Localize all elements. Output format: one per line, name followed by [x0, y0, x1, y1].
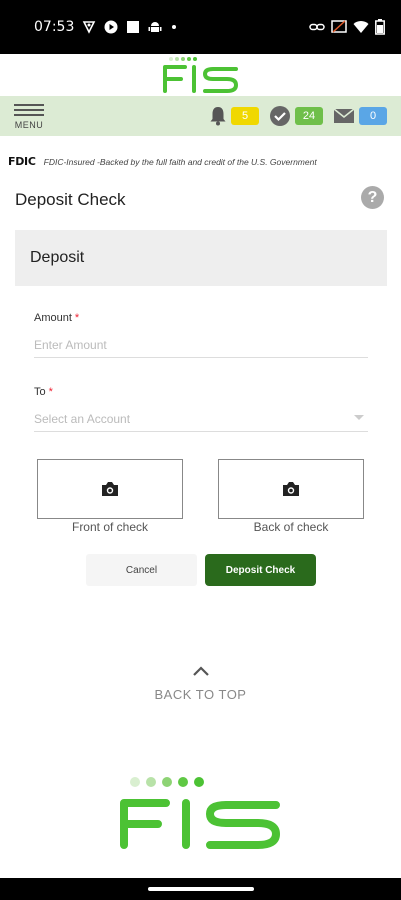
fdic-logo: FDIC	[8, 155, 36, 168]
section-header: Deposit	[15, 230, 387, 286]
top-nav-bar: MENU 5 24 0	[0, 96, 401, 136]
fis-logo-footer	[0, 775, 401, 849]
amount-label: Amount *	[34, 312, 80, 324]
vpn-icon	[83, 21, 96, 34]
chevron-up-icon	[192, 666, 209, 676]
android-icon	[148, 22, 162, 32]
cast-off-icon	[331, 20, 347, 33]
menu-button[interactable]: MENU	[8, 96, 50, 136]
amount-placeholder: Enter Amount	[34, 337, 107, 352]
camera-icon	[283, 482, 299, 496]
notifications-button[interactable]: 5	[209, 106, 259, 126]
amount-input[interactable]: Enter Amount	[34, 332, 368, 358]
messages-badge: 0	[359, 107, 387, 125]
back-to-top-button[interactable]: BACK TO TOP	[0, 665, 401, 702]
page-title: Deposit Check	[15, 190, 126, 209]
mail-icon	[333, 108, 355, 123]
home-gesture-handle[interactable]	[148, 887, 254, 891]
cancel-button[interactable]: Cancel	[86, 554, 197, 586]
required-marker: *	[74, 312, 80, 324]
hamburger-icon	[14, 103, 44, 106]
checkmark-circle-icon	[270, 106, 290, 126]
front-check-capture[interactable]	[37, 459, 183, 519]
tasks-button[interactable]: 24	[269, 105, 323, 127]
back-to-top-label: BACK TO TOP	[154, 687, 247, 702]
messages-button[interactable]: 0	[333, 107, 387, 125]
bell-icon	[210, 107, 226, 126]
fis-logo-icon	[162, 57, 238, 93]
camera-icon	[102, 482, 118, 496]
play-icon	[104, 20, 118, 34]
deposit-check-button[interactable]: Deposit Check	[205, 554, 316, 586]
menu-label: MENU	[14, 120, 44, 130]
gesture-nav-bar	[0, 878, 401, 900]
notifications-badge: 5	[231, 107, 259, 125]
fis-logo-header	[0, 54, 401, 96]
help-icon[interactable]: ?	[361, 186, 384, 209]
fdic-text: FDIC-Insured -Backed by the full faith a…	[43, 156, 317, 167]
account-select[interactable]: Select an Account	[34, 406, 368, 432]
wifi-icon	[353, 21, 369, 33]
link-icon	[309, 23, 325, 31]
to-label: To *	[34, 386, 53, 398]
back-check-caption: Back of check	[253, 520, 329, 534]
tasks-badge: 24	[295, 107, 323, 125]
account-placeholder: Select an Account	[34, 411, 131, 426]
fis-logo-icon	[119, 777, 280, 849]
square-icon	[127, 21, 140, 33]
dot-icon	[172, 25, 177, 29]
back-check-capture[interactable]	[218, 459, 364, 519]
fdic-disclaimer: FDIC FDIC-Insured -Backed by the full fa…	[8, 155, 317, 168]
battery-icon	[375, 19, 385, 35]
status-bar: 07:53	[0, 0, 401, 54]
section-title: Deposit	[30, 249, 85, 266]
front-check-caption: Front of check	[71, 520, 149, 534]
status-time: 07:53	[34, 19, 75, 35]
required-marker: *	[48, 386, 53, 398]
dropdown-arrow-icon	[354, 415, 364, 420]
